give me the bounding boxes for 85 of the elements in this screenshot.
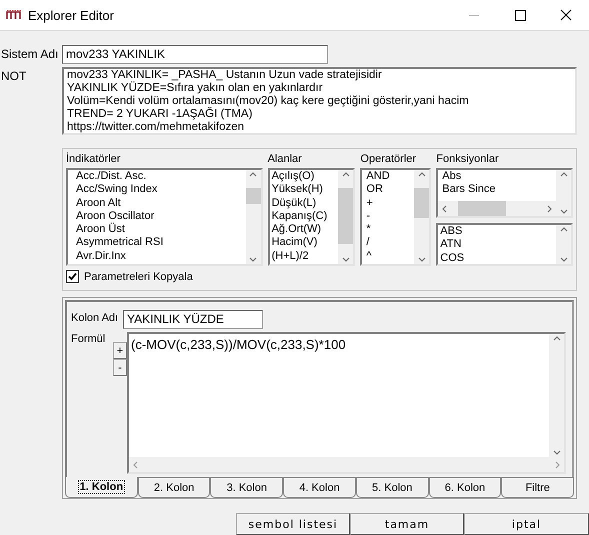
scrollbar[interactable] xyxy=(246,170,261,264)
scroll-down-icon[interactable] xyxy=(552,450,560,455)
list-item[interactable]: Açılış(O) xyxy=(272,170,336,184)
field-label: Formül xyxy=(71,332,106,347)
scrollbar[interactable] xyxy=(338,170,354,264)
tab[interactable]: 5. Kolon xyxy=(356,477,429,498)
tab[interactable]: 6. Kolon xyxy=(428,477,502,498)
column-name-field[interactable]: YAKINLIK YÜZDE xyxy=(123,310,263,329)
list-item[interactable]: Abs xyxy=(442,170,554,184)
list-item[interactable]: AND xyxy=(366,170,412,184)
tab[interactable]: 1. Kolon xyxy=(65,477,138,498)
field-label: Kolon Adı xyxy=(71,311,120,324)
field-label: Sistem Adı xyxy=(0,46,60,61)
list-item[interactable]: Bars Since xyxy=(442,183,554,197)
dialog-button[interactable]: tamam xyxy=(350,513,464,535)
note-line: TREND= 2 YUKARI -1AŞAĞI (TMA) xyxy=(67,108,254,121)
note-line: Volüm=Kendi volüm ortalamasını(mov20) kaç kere geçtiğini gösterir,yani hacim xyxy=(67,95,470,107)
list-item[interactable]: Aroon Alt xyxy=(76,196,244,210)
checkbox-label: Parametreleri Kopyala xyxy=(84,270,193,282)
list-item[interactable]: Asymmetrical RSI xyxy=(76,236,244,250)
list-item[interactable]: Acc./Dist. Asc. xyxy=(76,170,244,184)
scrollbar[interactable] xyxy=(556,170,571,216)
dialog-button[interactable]: iptal xyxy=(464,513,589,535)
window-title: Explorer Editor xyxy=(28,8,115,22)
note-line: YAKINLIK YÜZDE=Sıfıra yakın olan en yakınlardır xyxy=(67,82,324,95)
list-item[interactable]: Acc/Swing Index xyxy=(76,183,244,197)
scroll-up-icon[interactable] xyxy=(552,336,560,341)
scroll-thumb[interactable] xyxy=(414,188,430,218)
scroll-up-icon[interactable] xyxy=(560,227,568,232)
field-label: NOT xyxy=(0,68,28,83)
list-item[interactable]: + xyxy=(366,196,412,210)
scroll-thumb[interactable] xyxy=(338,188,354,244)
note-field[interactable] xyxy=(62,67,577,135)
checkbox[interactable] xyxy=(66,270,79,283)
scroll-up-icon[interactable] xyxy=(418,172,426,177)
list-title: Operatörler xyxy=(360,153,418,167)
list-title: Alanlar xyxy=(268,153,303,167)
scroll-up-icon[interactable] xyxy=(249,172,258,177)
app-logo-icon xyxy=(6,10,22,20)
list-item[interactable]: Hacim(V) xyxy=(272,236,336,250)
list-item[interactable]: / xyxy=(366,236,412,250)
formula-field[interactable]: (c-MOV(c,233,S))/MOV(c,233,S)*100 xyxy=(127,332,566,474)
dialog-button[interactable]: sembol listesi xyxy=(236,513,350,535)
list-item[interactable]: ^ xyxy=(366,250,412,264)
list-item[interactable]: ATN xyxy=(440,238,554,252)
list-title: İndikatörler xyxy=(66,153,122,167)
note-line: https://twitter.com/mehmetakifozen xyxy=(67,121,246,134)
scrollbar[interactable] xyxy=(414,170,430,264)
list-item[interactable]: Yüksek(H) xyxy=(272,183,336,197)
tab[interactable]: 2. Kolon xyxy=(138,477,210,498)
list-item[interactable]: Aroon Üst xyxy=(76,223,244,236)
list-item[interactable]: COS xyxy=(440,252,554,264)
formula-step-button[interactable]: + xyxy=(113,342,127,359)
scroll-up-icon[interactable] xyxy=(560,172,568,177)
maximize-icon[interactable] xyxy=(514,10,526,20)
list-item[interactable]: Düşük(L) xyxy=(272,196,336,210)
scroll-right-icon[interactable] xyxy=(547,204,552,212)
list-item[interactable]: OR xyxy=(366,183,412,197)
formula-step-button[interactable]: - xyxy=(113,359,127,376)
scroll-down-icon[interactable] xyxy=(249,257,258,262)
scroll-up-icon[interactable] xyxy=(342,172,350,177)
list-item[interactable]: (H+L)/2 xyxy=(272,250,336,264)
formula-text: (c-MOV(c,233,S))/MOV(c,233,S)*100 xyxy=(129,334,549,457)
list-item[interactable]: * xyxy=(366,223,412,236)
scrollbar[interactable] xyxy=(438,201,556,216)
scrollbar[interactable] xyxy=(556,225,571,264)
scroll-down-icon[interactable] xyxy=(342,257,350,262)
tab[interactable]: 4. Kolon xyxy=(283,477,356,498)
list-item[interactable]: - xyxy=(366,210,412,224)
scroll-down-icon[interactable] xyxy=(418,257,426,262)
note-line: mov233 YAKINLIK= _PASHA_ Ustanın Uzun vade stratejisidir xyxy=(67,69,383,81)
list-item[interactable]: Aroon Oscillator xyxy=(76,210,244,224)
scroll-down-icon[interactable] xyxy=(560,209,568,214)
scroll-left-icon[interactable] xyxy=(442,204,448,212)
system-name-field[interactable]: mov233 YAKINLIK xyxy=(62,45,328,64)
tab[interactable]: Filtre xyxy=(501,477,574,498)
list-item[interactable]: Avr.Dir.Inx xyxy=(76,250,244,264)
tab[interactable]: 3. Kolon xyxy=(210,477,284,498)
list-item[interactable]: Ağ.Ort(W) xyxy=(272,223,336,236)
scroll-down-icon[interactable] xyxy=(560,257,568,262)
list-title: Fonksiyonlar xyxy=(436,153,500,167)
scroll-thumb[interactable] xyxy=(246,188,261,204)
list-item[interactable]: Kapanış(C) xyxy=(272,210,336,224)
list-item[interactable]: ABS xyxy=(440,225,554,238)
close-icon[interactable] xyxy=(560,9,572,21)
